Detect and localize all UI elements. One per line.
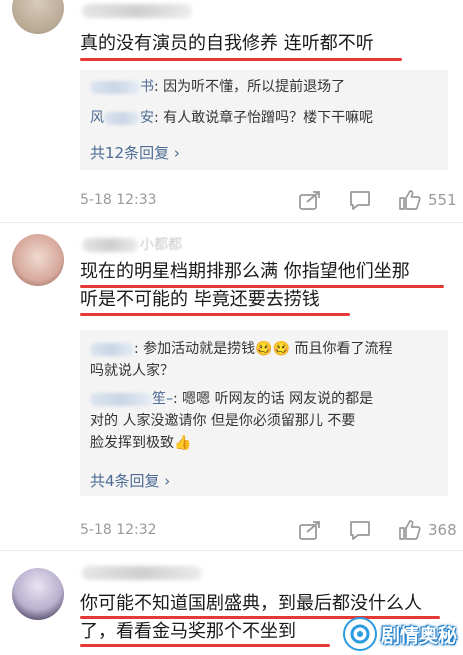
timestamp: 5-18 12:32 (80, 522, 157, 538)
highlight-underline (80, 285, 444, 288)
username-blurred[interactable] (82, 566, 202, 580)
more-replies-link[interactable]: 共12条回复 › (90, 142, 180, 164)
like-icon (399, 190, 421, 210)
reply-username-blurred[interactable] (90, 80, 140, 94)
username-blurred[interactable] (82, 238, 138, 252)
reply-text: : 因为听不懂，所以提前退场了 (154, 79, 346, 95)
reply-username-blurred[interactable] (90, 392, 152, 406)
comment-button[interactable] (348, 519, 372, 541)
comment-meta: 5-18 12:32 368 (80, 519, 457, 543)
reply-text: 脸发挥到极致👍 (90, 435, 192, 451)
reply-username-blurred[interactable] (104, 111, 140, 125)
like-count: 368 (428, 521, 457, 539)
like-button[interactable]: 551 (398, 189, 457, 211)
watermark-logo-icon (342, 617, 377, 651)
share-button[interactable] (298, 189, 322, 211)
reply-username[interactable]: 风 (90, 110, 104, 126)
avatar[interactable] (12, 0, 64, 34)
reply-text: : 有人敢说章子怡蹭吗？楼下干嘛呢 (154, 110, 374, 126)
comment-2: 小都都 现在的明星档期排那么满 你指望他们坐那 听是不可能的 毕竟还要去捞钱 :… (0, 222, 463, 542)
reply-username[interactable]: 笙– (152, 391, 173, 407)
reply-username[interactable]: 安 (140, 110, 154, 126)
share-button[interactable] (298, 519, 322, 541)
highlight-underline (80, 58, 402, 61)
share-icon (299, 521, 320, 540)
reply-text: 吗就说人家？ (90, 363, 174, 379)
reply-username[interactable]: 书 (140, 79, 154, 95)
reply-text: 对的 人家没邀请你 但是你必须留那儿 不要 (90, 413, 356, 429)
like-count: 551 (428, 191, 457, 209)
comment-text-line: 现在的明星档期排那么满 你指望他们坐那 (80, 261, 410, 282)
username-blurred[interactable] (82, 4, 192, 18)
highlight-underline (80, 313, 350, 316)
avatar[interactable] (12, 568, 64, 620)
timestamp: 5-18 12:33 (80, 192, 157, 208)
reply-item[interactable]: 笙–: 嗯嗯 听网友的话 网友说的都是 对的 人家没邀请你 但是你必须留那儿 不… (90, 388, 438, 454)
reply-item[interactable]: 风 安: 有人敢说章子怡蹭吗？楼下干嘛呢 (90, 107, 438, 129)
comment-icon (350, 521, 370, 540)
reply-username-blurred[interactable] (90, 342, 134, 356)
reply-box: : 参加活动就是捞钱🥴🥴 而且你看了流程 吗就说人家？ 笙–: 嗯嗯 听网友的话… (80, 330, 448, 496)
watermark: 剧情奥秘 (342, 617, 457, 651)
watermark-text: 剧情奥秘 (380, 624, 457, 647)
reply-item[interactable]: : 参加活动就是捞钱🥴🥴 而且你看了流程 吗就说人家？ (90, 338, 438, 382)
comment-text: 真的没有演员的自我修养 连听都不听 (80, 33, 374, 54)
comment-meta: 5-18 12:33 551 (80, 189, 457, 213)
username[interactable]: 小都都 (140, 234, 182, 254)
comment-icon (350, 191, 370, 210)
comment-text-line: 你可能不知道国剧盛典，到最后都没什么人 (80, 593, 422, 614)
reply-text: : 嗯嗯 听网友的话 网友说的都是 (173, 391, 374, 407)
like-button[interactable]: 368 (398, 519, 457, 541)
more-replies-link[interactable]: 共4条回复 › (90, 470, 170, 492)
comment-text-line: 听是不可能的 毕竟还要去捞钱 (80, 289, 320, 310)
reply-box: 书: 因为听不懂，所以提前退场了 风 安: 有人敢说章子怡蹭吗？楼下干嘛呢 共12… (80, 70, 448, 170)
like-icon (399, 520, 421, 540)
highlight-underline (80, 644, 330, 647)
reply-item[interactable]: 书: 因为听不懂，所以提前退场了 (90, 76, 438, 98)
share-icon (299, 191, 320, 210)
reply-text: : 参加活动就是捞钱🥴🥴 而且你看了流程 (134, 341, 393, 357)
avatar[interactable] (12, 234, 64, 286)
comment-button[interactable] (348, 189, 372, 211)
comment-1: 真的没有演员的自我修养 连听都不听 书: 因为听不懂，所以提前退场了 风 安: 有… (0, 0, 463, 215)
